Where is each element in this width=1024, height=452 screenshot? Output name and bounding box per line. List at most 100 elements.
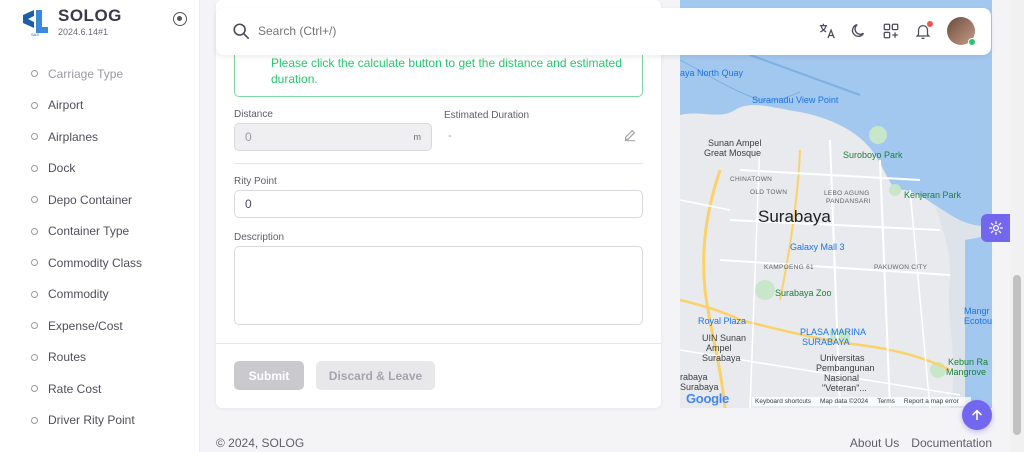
map-label: PLASA MARINA <box>800 327 867 337</box>
footer-link-about-us[interactable]: About Us <box>850 436 899 450</box>
edit-icon[interactable] <box>623 128 637 142</box>
map-attribution: Keyboard shortcuts Map data ©2024 Terms … <box>752 397 971 406</box>
map-label: SURABAYA <box>802 337 850 347</box>
map-label: Galaxy Mall 3 <box>790 242 845 252</box>
map-label: Ampel <box>706 343 732 353</box>
search-icon[interactable] <box>232 22 250 40</box>
rity-point-label: Rity Point <box>234 176 277 187</box>
circle-icon <box>31 227 38 235</box>
circle-icon <box>31 353 38 361</box>
user-avatar[interactable] <box>947 17 976 46</box>
sidebar-item-commodity-class[interactable]: Commodity Class <box>0 247 200 279</box>
sidebar-item-driver-rity-point[interactable]: Driver Rity Point <box>0 405 200 437</box>
map-data-text: Map data ©2024 <box>820 398 869 405</box>
page-scrollbar[interactable] <box>1010 0 1024 452</box>
circle-icon <box>31 196 38 204</box>
discard-leave-button[interactable]: Discard & Leave <box>316 361 435 390</box>
map-label: Great Mosque <box>704 148 762 158</box>
submit-button[interactable]: Submit <box>234 361 304 390</box>
scroll-to-top-button[interactable] <box>962 400 992 430</box>
duration-value: - <box>448 130 452 142</box>
map-label: KAMPOENG 61 <box>764 264 814 271</box>
terms-link[interactable]: Terms <box>877 398 895 405</box>
map-label: Suramadu View Point <box>752 95 839 105</box>
map-label: Universitas <box>820 353 865 363</box>
map-label: Kebun Ra <box>948 357 989 367</box>
brand-logo-sub: SAS <box>31 32 39 37</box>
sidebar-item-label: Routes <box>48 350 87 365</box>
moon-icon[interactable] <box>849 21 869 41</box>
map-label: LEBO AGUNG <box>824 190 870 197</box>
sidebar-menu: Carriage Type Airport Airplanes Dock Dep… <box>0 58 200 436</box>
map-label: Kenjeran Park <box>904 190 962 200</box>
search-input[interactable] <box>258 20 558 42</box>
sidebar-item-label: Airport <box>48 98 84 113</box>
grid-add-icon[interactable] <box>881 21 901 41</box>
notification-badge <box>927 21 933 27</box>
divider <box>216 343 661 344</box>
sidebar-item-label: Rate Cost <box>48 381 102 396</box>
sidebar-item-label: Expense/Cost <box>48 318 123 333</box>
sidebar-item-container-type[interactable]: Container Type <box>0 216 200 248</box>
map-label: Sunan Ampel <box>708 138 762 148</box>
sidebar-item-dock[interactable]: Dock <box>0 153 200 185</box>
distance-value: 0 <box>245 130 252 144</box>
map-label: Surabaya <box>702 353 741 363</box>
arrow-up-icon <box>972 409 982 421</box>
keyboard-shortcuts-link[interactable]: Keyboard shortcuts <box>755 398 811 405</box>
sidebar-toggle-icon[interactable] <box>173 12 187 26</box>
sidebar-item-carriage-type[interactable]: Carriage Type <box>0 58 200 90</box>
circle-icon <box>31 290 38 298</box>
online-status-badge <box>968 38 976 46</box>
circle-icon <box>31 133 38 141</box>
gear-icon <box>988 220 1004 236</box>
circle-icon <box>31 416 38 424</box>
brand[interactable]: SAS SOLOG 2024.6.14#1 <box>20 6 122 37</box>
sidebar-item-depo-container[interactable]: Depo Container <box>0 184 200 216</box>
footer-link-documentation[interactable]: Documentation <box>911 436 992 450</box>
map-view[interactable]: aya North Quay Suramadu View Point Sunan… <box>680 0 992 408</box>
sidebar-item-airport[interactable]: Airport <box>0 90 200 122</box>
report-error-link[interactable]: Report a map error <box>904 398 959 405</box>
sidebar-item-commodity[interactable]: Commodity <box>0 279 200 311</box>
map-label: Pembangunan <box>816 363 875 373</box>
sidebar-item-label: Carriage Type <box>48 66 124 81</box>
sidebar-item-label: Depo Container <box>48 192 133 207</box>
footer-copyright: © 2024, SOLOG <box>216 436 305 450</box>
brand-name: SOLOG <box>58 6 122 25</box>
map-label: Royal Plaza <box>698 316 747 326</box>
circle-icon <box>31 259 38 267</box>
rity-point-value: 0 <box>245 197 252 211</box>
navbar-actions <box>805 17 976 46</box>
google-logo[interactable]: Google <box>686 391 729 406</box>
customizer-settings-button[interactable] <box>981 214 1011 242</box>
circle-icon <box>31 322 38 330</box>
brand-logo-icon: SAS <box>23 9 48 37</box>
scrollbar-thumb[interactable] <box>1013 275 1021 435</box>
sidebar-item-label: Commodity Class <box>48 255 143 270</box>
form-card: Please click the calculate button to get… <box>216 0 661 408</box>
circle-icon <box>31 70 38 78</box>
distance-field: 0 m <box>234 123 432 151</box>
description-label: Description <box>234 232 285 243</box>
map-label: PANDANSARI <box>826 198 871 205</box>
alert-text: Please click the calculate button to get… <box>271 56 622 86</box>
map-label: OLD TOWN <box>750 189 788 196</box>
map-label: Mangrove <box>946 367 987 377</box>
sidebar-item-label: Dock <box>48 161 76 176</box>
sidebar-item-label: Driver Rity Point <box>48 413 135 428</box>
sidebar-item-expense-cost[interactable]: Expense/Cost <box>0 310 200 342</box>
google-logo-text: Google <box>686 391 729 406</box>
sidebar-item-airplanes[interactable]: Airplanes <box>0 121 200 153</box>
divider <box>234 163 643 164</box>
bell-icon[interactable] <box>913 21 933 41</box>
sidebar-item-routes[interactable]: Routes <box>0 342 200 374</box>
rity-point-input[interactable]: 0 <box>234 190 643 218</box>
distance-label: Distance <box>234 109 273 120</box>
translate-icon[interactable] <box>817 21 837 41</box>
map-label: Surabaya Zoo <box>775 288 832 298</box>
map-label: CHINATOWN <box>730 176 773 183</box>
description-textarea[interactable] <box>234 246 643 325</box>
sidebar-item-rate-cost[interactable]: Rate Cost <box>0 373 200 405</box>
circle-icon <box>31 101 38 109</box>
